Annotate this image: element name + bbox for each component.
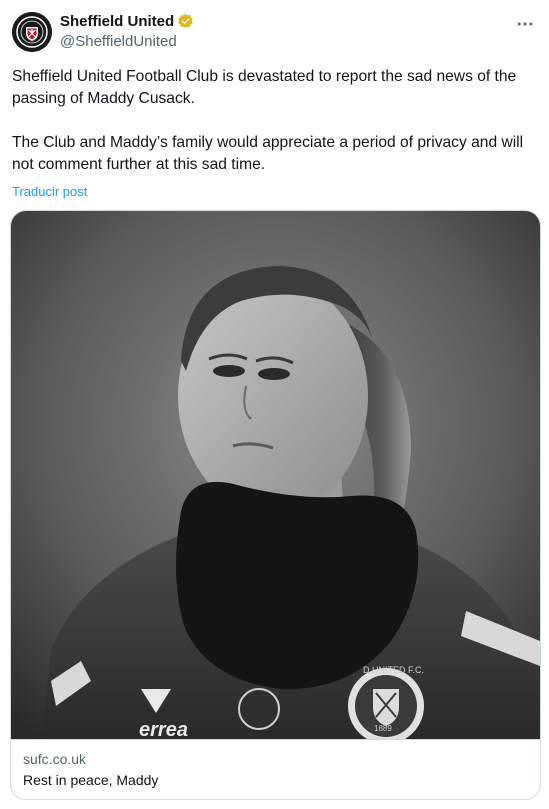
tweet[interactable]: Sheffield United @SheffieldUnited Sheffi…: [0, 0, 549, 809]
translate-post-link[interactable]: Traducir post: [12, 184, 87, 199]
kit-brand-text: errea: [139, 719, 188, 739]
verified-badge-icon[interactable]: [177, 13, 194, 30]
club-crest-icon: [12, 12, 52, 52]
handle[interactable]: @SheffieldUnited: [60, 33, 177, 50]
avatar[interactable]: [12, 12, 52, 52]
tweet-paragraph-2: The Club and Maddy’s family would apprec…: [12, 134, 524, 173]
card-footer[interactable]: sufc.co.uk Rest in peace, Maddy: [11, 739, 540, 799]
card-image[interactable]: errea D UNITED F.C. 1889: [11, 211, 540, 739]
card-domain[interactable]: sufc.co.uk: [23, 750, 528, 768]
tweet-paragraph-1: Sheffield United Football Club is devast…: [12, 68, 517, 107]
card-title[interactable]: Rest in peace, Maddy: [23, 770, 528, 790]
tweet-text: Sheffield United Football Club is devast…: [12, 66, 536, 176]
crest-year: 1889: [374, 724, 392, 733]
more-horizontal-icon[interactable]: [513, 12, 537, 36]
author-name-row[interactable]: Sheffield United: [60, 13, 194, 30]
crest-text: D UNITED F.C.: [363, 665, 424, 675]
display-name[interactable]: Sheffield United: [60, 13, 174, 30]
link-card[interactable]: errea D UNITED F.C. 1889 sufc.co.uk Rest…: [10, 210, 541, 800]
